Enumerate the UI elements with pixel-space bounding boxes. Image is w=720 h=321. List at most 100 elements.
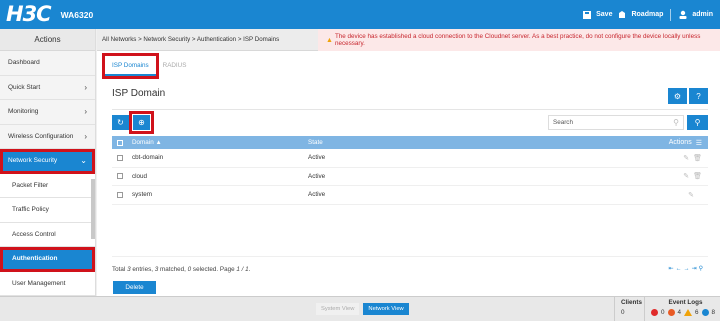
clients-panel[interactable]: Clients 0 (614, 297, 644, 321)
sidebar-item-user-management[interactable]: User Management (0, 271, 95, 296)
sidebar-item-traffic-policy[interactable]: Traffic Policy (0, 198, 95, 223)
h3c-logo: H3C (6, 2, 52, 26)
sidebar-item-quick-start[interactable]: Quick Start › (0, 75, 95, 100)
major-count: 4 (677, 309, 682, 316)
row-checkbox[interactable] (117, 191, 123, 198)
event-logs-label: Event Logs (668, 299, 703, 306)
table-row[interactable]: cloud Active ✎ 🗑 (112, 168, 708, 186)
warning-text: The device has established a cloud conne… (334, 33, 701, 47)
sidebar-scrollbar[interactable] (91, 179, 95, 239)
locate-icon[interactable]: ⚲ (699, 266, 705, 272)
divider (670, 8, 672, 21)
sort-asc-icon: ▲ (155, 139, 162, 146)
settings-button[interactable]: ⚙ (668, 88, 687, 104)
chevron-right-icon: › (84, 82, 87, 92)
domain-cell: system (132, 191, 152, 199)
edit-icon[interactable]: ✎ (688, 191, 694, 199)
first-page-icon[interactable]: ⇤ (669, 266, 676, 272)
refresh-button[interactable]: ↻ (112, 115, 129, 130)
advanced-search-icon: ⚲ (694, 118, 701, 127)
table-header: Domain ▲ State Actions ☰ (112, 136, 708, 149)
last-page-icon[interactable]: ⇥ (692, 266, 699, 272)
sidebar-item-dashboard[interactable]: Dashboard (0, 51, 95, 76)
minor-icon (684, 309, 693, 316)
column-header-domain[interactable]: Domain ▲ (132, 139, 162, 146)
delete-icon[interactable]: 🗑 (693, 154, 702, 162)
network-view-button[interactable]: Network View (363, 303, 409, 315)
advanced-search-button[interactable]: ⚲ (687, 115, 708, 130)
divider (112, 109, 708, 110)
column-header-state: State (308, 139, 323, 146)
chevron-down-icon: ⌄ (80, 156, 87, 166)
domain-cell: cbt-domain (132, 154, 164, 162)
sidebar: Actions Dashboard Quick Start › Monitorin… (0, 29, 96, 296)
main-panel: ISP Domains RADIUS ISP Domain ⚙ ? ↻ ⊕ Se… (97, 51, 720, 296)
state-cell: Active (308, 154, 326, 162)
sidebar-item-monitoring[interactable]: Monitoring › (0, 100, 95, 125)
edit-icon[interactable]: ✎ (683, 172, 689, 180)
chevron-right-icon: › (84, 131, 87, 141)
row-checkbox[interactable] (117, 154, 123, 161)
device-model: WA6320 (60, 9, 94, 20)
tab-isp-domains[interactable]: ISP Domains (102, 53, 159, 79)
tab-radius[interactable]: RADIUS (156, 56, 194, 76)
gear-icon: ⚙ (673, 91, 682, 101)
roadmap-button[interactable]: Roadmap (617, 10, 663, 20)
sidebar-item-access-control[interactable]: Access Control (0, 222, 95, 247)
state-cell: Active (308, 191, 326, 199)
prev-page-icon[interactable]: ← (676, 266, 684, 272)
pagination[interactable]: ⇤←→⇥⚲ (669, 265, 705, 272)
next-page-icon[interactable]: → (684, 266, 692, 272)
table-summary: Total 3 entries, 3 matched, 0 selected. … (112, 266, 251, 273)
state-cell: Active (308, 172, 326, 180)
save-icon (583, 10, 592, 19)
info-count: 8 (711, 309, 716, 316)
top-bar: H3C WA6320 Save Roadmap admin (0, 0, 720, 29)
user-icon (679, 10, 687, 19)
refresh-icon: ↻ (117, 118, 124, 127)
columns-icon[interactable]: ☰ (696, 139, 702, 147)
info-icon (701, 309, 709, 316)
sidebar-item-wireless-configuration[interactable]: Wireless Configuration › (0, 124, 95, 149)
breadcrumb-bar: All Networks > Network Security > Authen… (97, 29, 720, 51)
warning-icon: ▲ (326, 36, 333, 44)
delete-button[interactable]: Delete (113, 281, 156, 294)
save-button[interactable]: Save (582, 10, 612, 20)
event-logs-panel[interactable]: Event Logs 0 4 6 8 (644, 297, 720, 321)
table-row[interactable]: system Active ✎ (112, 186, 708, 205)
page-title: ISP Domain (112, 88, 166, 99)
clients-label: Clients (621, 299, 642, 306)
column-header-actions: Actions ☰ (668, 138, 702, 147)
critical-icon (651, 309, 658, 316)
critical-count: 0 (661, 309, 665, 316)
plus-circle-icon: ⊕ (138, 118, 145, 127)
edit-icon[interactable]: ✎ (683, 154, 689, 162)
major-icon (667, 309, 675, 316)
sidebar-item-network-security[interactable]: Network Security ⌄ (0, 149, 95, 174)
help-button[interactable]: ? (689, 88, 708, 104)
sidebar-item-packet-filter[interactable]: Packet Filter (0, 173, 95, 198)
tab-bar: ISP Domains RADIUS (102, 53, 194, 79)
table-empty-area (112, 205, 708, 257)
cloud-warning-banner: ▲ The device has established a cloud con… (318, 29, 720, 51)
system-view-button[interactable]: System View (316, 303, 360, 315)
delete-icon[interactable]: 🗑 (693, 172, 702, 180)
add-button[interactable]: ⊕ (129, 111, 154, 134)
search-placeholder: Search (553, 119, 573, 126)
user-menu[interactable]: admin (678, 10, 713, 20)
roadmap-icon (619, 10, 626, 18)
help-icon: ? (696, 91, 701, 101)
isp-domain-table: Domain ▲ State Actions ☰ cbt-domain Activ… (112, 136, 708, 257)
sidebar-item-authentication[interactable]: Authentication (0, 247, 95, 272)
table-row[interactable]: cbt-domain Active ✎ 🗑 (112, 149, 708, 168)
minor-count: 6 (695, 309, 699, 316)
domain-cell: cloud (132, 172, 148, 180)
row-checkbox[interactable] (117, 173, 123, 180)
sidebar-title: Actions (0, 29, 95, 51)
search-input[interactable]: Search ⚲ (548, 115, 684, 130)
breadcrumb[interactable]: All Networks > Network Security > Authen… (102, 36, 279, 43)
clients-count: 0 (621, 309, 625, 316)
select-all-checkbox[interactable] (117, 139, 123, 146)
search-icon: ⚲ (673, 118, 679, 127)
status-bar: System View Network View Clients 0 Event… (0, 296, 720, 321)
